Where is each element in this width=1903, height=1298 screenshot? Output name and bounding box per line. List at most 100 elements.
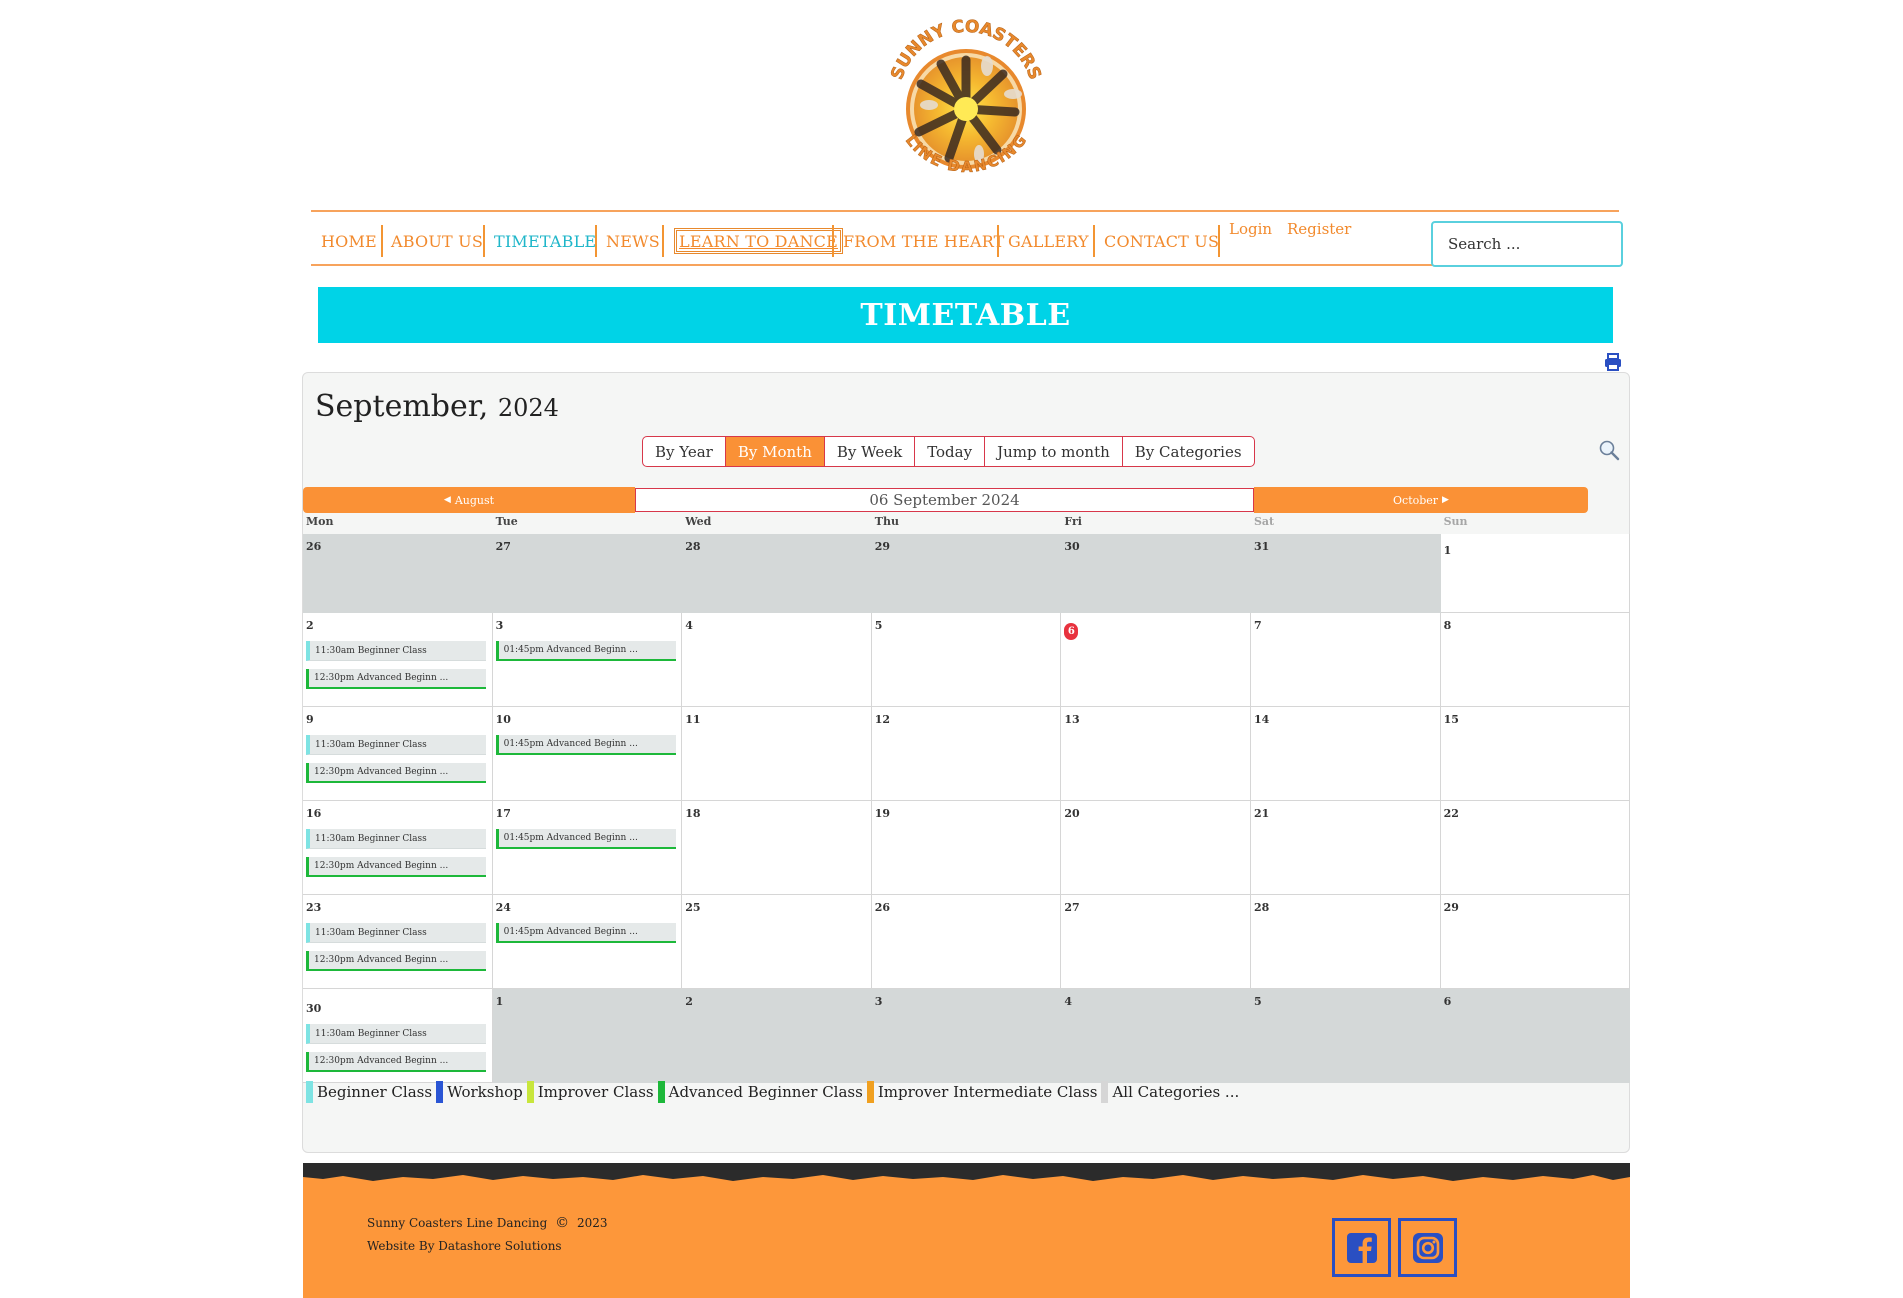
calendar-day-outside-month[interactable]: 28 — [682, 534, 872, 613]
calendar-day[interactable]: 29 — [1440, 895, 1631, 989]
nav-from-the-heart[interactable]: FROM THE HEART — [843, 227, 1005, 255]
day-number[interactable]: 27 — [1064, 901, 1247, 915]
calendar-day-outside-month[interactable]: 2 — [682, 989, 872, 1083]
day-number[interactable]: 27 — [496, 540, 679, 554]
day-number[interactable]: 16 — [306, 807, 489, 821]
nav-gallery[interactable]: GALLERY — [1008, 227, 1089, 255]
calendar-day[interactable]: 15 — [1440, 707, 1631, 801]
legend-item[interactable]: All Categories ... — [1101, 1081, 1239, 1103]
calendar-event[interactable]: 11:30am Beginner Class — [306, 1024, 486, 1044]
day-number[interactable]: 6 — [1444, 995, 1627, 1009]
calendar-day[interactable]: 26 — [871, 895, 1062, 989]
legend-item[interactable]: Workshop — [436, 1081, 523, 1103]
day-number[interactable]: 9 — [306, 713, 489, 727]
day-number[interactable]: 1 — [496, 995, 679, 1009]
day-number[interactable]: 15 — [1444, 713, 1627, 727]
day-number[interactable]: 4 — [685, 619, 868, 633]
nav-home[interactable]: HOME — [321, 227, 377, 255]
calendar-day[interactable]: 13 — [1061, 707, 1251, 801]
calendar-day[interactable]: 21 — [1250, 801, 1441, 895]
view-by-categories[interactable]: By Categories — [1123, 437, 1254, 466]
view-by-week[interactable]: By Week — [825, 437, 916, 466]
view-by-year[interactable]: By Year — [643, 437, 726, 466]
legend-item[interactable]: Advanced Beginner Class — [657, 1081, 863, 1103]
day-number[interactable]: 13 — [1064, 713, 1247, 727]
calendar-event[interactable]: 11:30am Beginner Class — [306, 641, 486, 661]
legend-item[interactable]: Beginner Class — [306, 1081, 432, 1103]
day-number[interactable]: 5 — [875, 619, 1058, 633]
site-credit[interactable]: Website By Datashore Solutions — [367, 1239, 562, 1253]
day-number[interactable]: 26 — [875, 901, 1058, 915]
calendar-day[interactable]: 30 11:30am Beginner Class 12:30pm Advanced… — [303, 989, 493, 1083]
day-number[interactable]: 29 — [1444, 901, 1627, 915]
day-number[interactable]: 4 — [1064, 995, 1247, 1009]
day-number[interactable]: 17 — [496, 807, 679, 821]
prev-month-button[interactable]: ◀ August — [303, 487, 635, 513]
calendar-event[interactable]: 01:45pm Advanced Beginn ... — [495, 829, 676, 849]
day-number[interactable]: 28 — [1254, 901, 1437, 915]
calendar-event[interactable]: 01:45pm Advanced Beginn ... — [495, 923, 676, 943]
day-number[interactable]: 29 — [875, 540, 1058, 554]
day-number[interactable]: 25 — [685, 901, 868, 915]
calendar-event[interactable]: 12:30pm Advanced Beginn ... — [306, 763, 486, 783]
day-number[interactable]: 26 — [306, 540, 489, 554]
nav-news[interactable]: NEWS — [606, 227, 660, 255]
calendar-event[interactable]: 01:45pm Advanced Beginn ... — [495, 735, 676, 755]
calendar-day[interactable]: 5 — [871, 613, 1062, 707]
calendar-day[interactable]: 1 — [1440, 534, 1631, 613]
calendar-day[interactable]: 18 — [682, 801, 872, 895]
day-number[interactable]: 3 — [875, 995, 1058, 1009]
calendar-event[interactable]: 01:45pm Advanced Beginn ... — [495, 641, 676, 661]
calendar-day[interactable]: 3 01:45pm Advanced Beginn ... — [492, 613, 683, 707]
calendar-day[interactable]: 6 — [1061, 613, 1251, 707]
day-number[interactable]: 2 — [306, 619, 489, 633]
next-month-button[interactable]: October ▶ — [1254, 487, 1588, 513]
legend-item[interactable]: Improver Intermediate Class — [866, 1081, 1097, 1103]
calendar-day-outside-month[interactable]: 29 — [871, 534, 1062, 613]
calendar-day[interactable]: 19 — [871, 801, 1062, 895]
day-number[interactable]: 20 — [1064, 807, 1247, 821]
calendar-day[interactable]: 28 — [1250, 895, 1441, 989]
calendar-event[interactable]: 12:30pm Advanced Beginn ... — [306, 669, 486, 689]
calendar-day-outside-month[interactable]: 27 — [492, 534, 683, 613]
calendar-day[interactable]: 22 — [1440, 801, 1631, 895]
calendar-day[interactable]: 10 01:45pm Advanced Beginn ... — [492, 707, 683, 801]
calendar-event[interactable]: 11:30am Beginner Class — [306, 829, 486, 849]
today-day-number[interactable]: 6 — [1064, 623, 1079, 640]
nav-timetable[interactable]: TIMETABLE — [494, 227, 596, 255]
calendar-event[interactable]: 11:30am Beginner Class — [306, 735, 486, 755]
day-number[interactable]: 21 — [1254, 807, 1437, 821]
calendar-event[interactable]: 12:30pm Advanced Beginn ... — [306, 857, 486, 877]
day-number[interactable]: 3 — [496, 619, 679, 633]
day-number[interactable]: 12 — [875, 713, 1058, 727]
day-number[interactable]: 30 — [306, 1002, 489, 1016]
legend-item[interactable]: Improver Class — [526, 1081, 654, 1103]
day-number[interactable]: 23 — [306, 901, 489, 915]
day-number[interactable]: 8 — [1444, 619, 1627, 633]
calendar-day-outside-month[interactable]: 30 — [1061, 534, 1251, 613]
day-number[interactable]: 22 — [1444, 807, 1627, 821]
view-today[interactable]: Today — [915, 437, 986, 466]
day-number[interactable]: 14 — [1254, 713, 1437, 727]
calendar-day[interactable]: 2 11:30am Beginner Class 12:30pm Advanced … — [303, 613, 493, 707]
day-number[interactable]: 1 — [1444, 544, 1627, 558]
nav-about-us[interactable]: ABOUT US — [391, 227, 483, 255]
day-number[interactable]: 11 — [685, 713, 868, 727]
calendar-day[interactable]: 25 — [682, 895, 872, 989]
calendar-event[interactable]: 12:30pm Advanced Beginn ... — [306, 1052, 486, 1072]
calendar-day-outside-month[interactable]: 31 — [1250, 534, 1441, 613]
day-number[interactable]: 10 — [496, 713, 679, 727]
calendar-day-outside-month[interactable]: 1 — [492, 989, 683, 1083]
calendar-day[interactable]: 12 — [871, 707, 1062, 801]
nav-learn-to-dance[interactable]: LEARN TO DANCE — [674, 228, 843, 254]
search-icon[interactable] — [1598, 439, 1620, 461]
day-number[interactable]: 31 — [1254, 540, 1437, 554]
day-number[interactable]: 18 — [685, 807, 868, 821]
day-number[interactable]: 19 — [875, 807, 1058, 821]
calendar-day[interactable]: 23 11:30am Beginner Class 12:30pm Advanced… — [303, 895, 493, 989]
register-link[interactable]: Register — [1287, 220, 1351, 238]
calendar-day-outside-month[interactable]: 5 — [1250, 989, 1441, 1083]
facebook-link[interactable] — [1332, 1218, 1391, 1277]
day-number[interactable]: 30 — [1064, 540, 1247, 554]
day-number[interactable]: 5 — [1254, 995, 1437, 1009]
